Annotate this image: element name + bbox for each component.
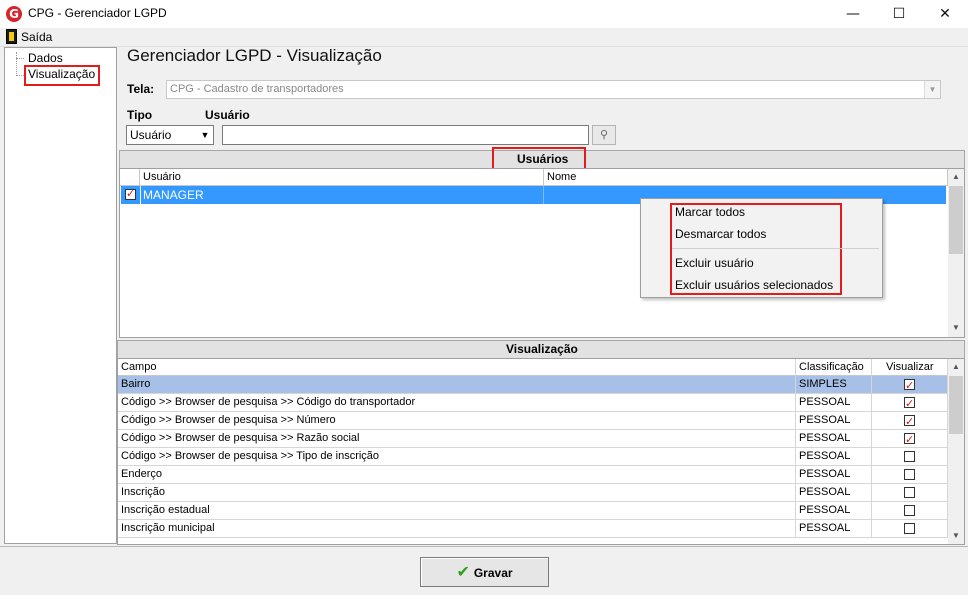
chevron-down-icon[interactable]: ▼ <box>197 126 213 144</box>
footer-divider <box>0 546 968 547</box>
table-row[interactable]: Código >> Browser de pesquisa >> Razão s… <box>118 430 948 448</box>
column-header-nome[interactable]: Nome <box>544 169 948 186</box>
app-logo-icon: G <box>6 6 22 22</box>
classificacao-cell: PESSOAL <box>796 394 872 412</box>
visualizar-checkbox[interactable] <box>904 505 915 516</box>
visualizar-cell <box>872 520 948 538</box>
campo-cell: Inscrição estadual <box>118 502 796 520</box>
visualizar-checkbox[interactable] <box>904 469 915 480</box>
campo-cell: Enderço <box>118 466 796 484</box>
visualizar-checkbox[interactable] <box>904 523 915 534</box>
table-row[interactable]: Código >> Browser de pesquisa >> Tipo de… <box>118 448 948 466</box>
visualizar-checkbox[interactable] <box>904 451 915 462</box>
classificacao-cell: SIMPLES <box>796 376 872 394</box>
binoculars-icon: ⚲ <box>599 128 609 141</box>
classificacao-cell: PESSOAL <box>796 430 872 448</box>
scroll-up-icon[interactable]: ▲ <box>948 359 964 375</box>
visualizar-cell <box>872 502 948 520</box>
campo-cell: Inscrição municipal <box>118 520 796 538</box>
viz-header-row: Campo Classificação Visualizar <box>118 359 948 377</box>
column-header-campo[interactable]: Campo <box>118 359 796 377</box>
campo-cell: Inscrição <box>118 484 796 502</box>
viz-section-title: Visualização <box>506 342 578 356</box>
save-button[interactable]: ✔ Gravar <box>420 557 549 587</box>
menu-item-saida[interactable]: Saída <box>21 30 52 44</box>
scroll-thumb[interactable] <box>949 186 963 254</box>
column-header-classificacao[interactable]: Classificação <box>796 359 872 377</box>
maximize-button[interactable]: ☐ <box>876 0 922 28</box>
chevron-down-icon[interactable]: ▼ <box>924 81 940 98</box>
scroll-up-icon[interactable]: ▲ <box>948 169 964 185</box>
classificacao-cell: PESSOAL <box>796 448 872 466</box>
tela-select[interactable]: CPG - Cadastro de transportadores <box>166 80 941 99</box>
grid-corner <box>120 169 140 186</box>
visualizar-cell <box>872 430 948 448</box>
visualization-grid: Campo Classificação Visualizar Bairro SIM… <box>117 358 965 545</box>
usuario-input[interactable] <box>222 125 589 145</box>
cell-divider <box>543 186 544 204</box>
scroll-down-icon[interactable]: ▼ <box>948 528 964 544</box>
menu-item-excluir-usuario[interactable]: Excluir usuário <box>675 256 754 270</box>
visualizar-cell <box>872 376 948 394</box>
tree-item-visualizacao[interactable]: Visualização <box>28 67 95 81</box>
classificacao-cell: PESSOAL <box>796 502 872 520</box>
visualizar-checkbox[interactable] <box>904 377 915 394</box>
tree-item-dados[interactable]: Dados <box>28 51 63 65</box>
user-cell: MANAGER <box>143 188 204 202</box>
classificacao-cell: PESSOAL <box>796 466 872 484</box>
campo-cell: Código >> Browser de pesquisa >> Número <box>118 412 796 430</box>
scroll-down-icon[interactable]: ▼ <box>948 320 964 336</box>
campo-cell: Bairro <box>118 376 796 394</box>
tree-connector <box>16 52 17 76</box>
navigation-tree <box>4 47 117 544</box>
menu-bar <box>0 28 968 47</box>
cell-divider <box>140 186 141 204</box>
classificacao-cell: PESSOAL <box>796 412 872 430</box>
table-row[interactable]: Código >> Browser de pesquisa >> Código … <box>118 394 948 412</box>
table-row[interactable]: Bairro SIMPLES <box>118 376 948 394</box>
classificacao-cell: PESSOAL <box>796 484 872 502</box>
menu-item-desmarcar-todos[interactable]: Desmarcar todos <box>675 227 766 241</box>
table-row[interactable]: Enderço PESSOAL <box>118 466 948 484</box>
visualizar-checkbox[interactable] <box>904 413 915 430</box>
visualizar-checkbox[interactable] <box>904 431 915 448</box>
table-row[interactable]: Inscrição municipal PESSOAL <box>118 520 948 538</box>
tree-connector <box>16 75 24 76</box>
tipo-label: Tipo <box>127 108 153 122</box>
search-binoculars-button[interactable]: ⚲ <box>592 125 616 145</box>
minimize-button[interactable]: — <box>830 0 876 28</box>
close-button[interactable]: ✕ <box>922 0 968 28</box>
campo-cell: Código >> Browser de pesquisa >> Razão s… <box>118 430 796 448</box>
page-title: Gerenciador LGPD - Visualização <box>127 46 382 65</box>
window-title: CPG - Gerenciador LGPD <box>28 6 167 20</box>
visualizar-cell <box>872 394 948 412</box>
column-header-usuario[interactable]: Usuário <box>140 169 544 186</box>
campo-cell: Código >> Browser de pesquisa >> Código … <box>118 394 796 412</box>
visualizar-cell <box>872 448 948 466</box>
campo-cell: Código >> Browser de pesquisa >> Tipo de… <box>118 448 796 466</box>
usuario-label: Usuário <box>205 108 250 122</box>
visualizar-cell <box>872 412 948 430</box>
visualizar-cell <box>872 466 948 484</box>
visualizar-checkbox[interactable] <box>904 487 915 498</box>
column-header-visualizar[interactable]: Visualizar <box>872 359 948 377</box>
menu-separator <box>672 248 879 249</box>
tela-label: Tela: <box>127 82 155 96</box>
menu-item-marcar-todos[interactable]: Marcar todos <box>675 205 745 219</box>
check-icon: ✔ <box>456 562 470 581</box>
table-row[interactable]: Inscrição estadual PESSOAL <box>118 502 948 520</box>
row-checkbox[interactable] <box>125 187 136 200</box>
scroll-thumb[interactable] <box>949 376 963 434</box>
table-row[interactable]: Código >> Browser de pesquisa >> Número P… <box>118 412 948 430</box>
users-section-title: Usuários <box>517 152 569 166</box>
table-row[interactable]: Inscrição PESSOAL <box>118 484 948 502</box>
save-button-label: Gravar <box>473 566 513 580</box>
menu-item-excluir-selecionados[interactable]: Excluir usuários selecionados <box>675 278 833 292</box>
visualizar-checkbox[interactable] <box>904 395 915 412</box>
exit-door-icon[interactable] <box>6 29 17 44</box>
visualizar-cell <box>872 484 948 502</box>
tree-connector <box>16 58 24 59</box>
classificacao-cell: PESSOAL <box>796 520 872 538</box>
